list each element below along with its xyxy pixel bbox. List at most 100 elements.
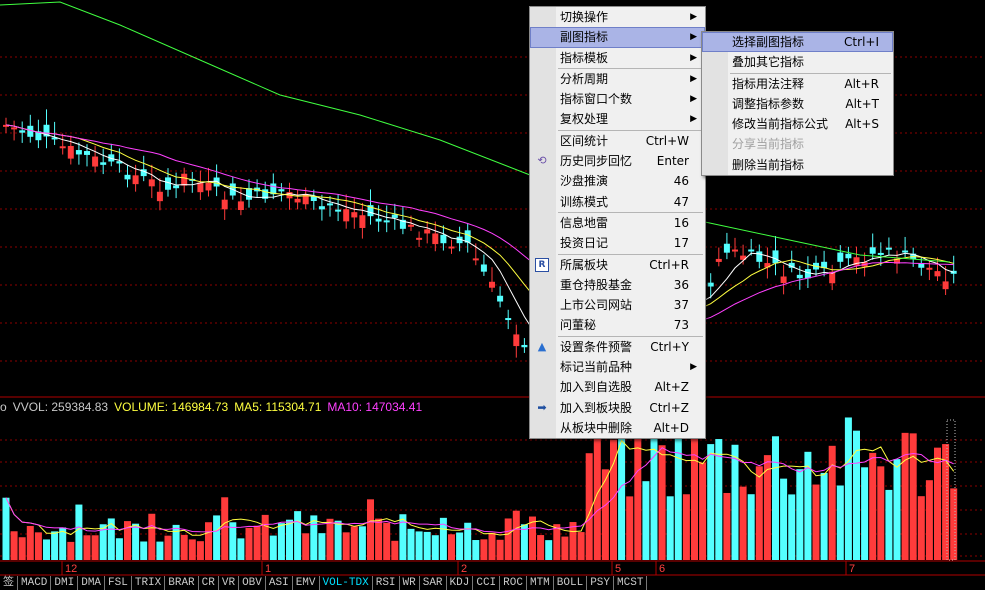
indicator-tab[interactable]: DMA — [78, 576, 106, 590]
context_menu-item[interactable]: 指标模板 ▶ — [530, 48, 705, 68]
submenu-item[interactable]: 删除当前指标 — [702, 155, 893, 175]
candle-body — [732, 249, 738, 252]
volume-bar — [812, 484, 820, 560]
context_menu-item[interactable]: 复权处理 ▶ — [530, 109, 705, 129]
indicator-tab[interactable]: OBV — [239, 576, 266, 590]
indicator-tab[interactable]: BRAR — [165, 576, 199, 590]
volume-bar — [180, 534, 188, 560]
menu-item-label: 分析周期 — [560, 71, 609, 86]
context_menu-item[interactable]: R 所属板块 Ctrl+R — [530, 255, 705, 275]
volume-bar — [723, 492, 731, 560]
candle-body — [318, 206, 325, 210]
menu-item-shortcut: Ctrl+W — [645, 133, 689, 148]
candle-body — [521, 344, 528, 348]
volume-bar — [415, 531, 423, 560]
volume-bar — [237, 538, 245, 560]
submenu-item[interactable]: 调整指标参数 Alt+T — [702, 94, 893, 114]
candle-body — [92, 156, 99, 167]
candle-body — [513, 334, 520, 347]
indicator-tab[interactable]: WR — [400, 576, 420, 590]
indicator-tab[interactable]: FSL — [105, 576, 132, 590]
indicator-tab[interactable]: ASI — [266, 576, 293, 590]
context_menu-item[interactable]: ▲ 设置条件预警 Ctrl+Y — [530, 337, 705, 357]
volume-bar — [545, 540, 553, 560]
context_menu-item[interactable]: 沙盘推演 46 — [530, 171, 705, 191]
indicator-tab[interactable]: BOLL — [554, 576, 588, 590]
context_menu-item[interactable]: 信息地雷 16 — [530, 213, 705, 233]
context_menu-item[interactable]: 上市公司网站 37 — [530, 295, 705, 315]
context_menu-item[interactable]: 分析周期 ▶ — [530, 69, 705, 89]
candle-body — [837, 252, 844, 262]
menu-item-label: 指标窗口个数 — [560, 92, 633, 107]
context_menu-item[interactable]: 训练模式 47 — [530, 192, 705, 212]
candle-body — [19, 130, 26, 133]
indicator-tab[interactable]: MACD — [18, 576, 52, 590]
volume-bar — [934, 447, 941, 560]
volume-bar — [496, 539, 504, 560]
menu-item-label: 修改当前指标公式 — [732, 117, 829, 132]
submenu-arrow-icon: ▶ — [690, 52, 697, 63]
context_menu-item[interactable]: 区间统计 Ctrl+W — [530, 131, 705, 151]
menu-item-label: 加入到板块股 — [560, 400, 633, 415]
volume-bar — [294, 511, 302, 560]
submenu-item[interactable]: 选择副图指标 Ctrl+I — [702, 32, 893, 53]
context_menu-item[interactable]: 标记当前品种 ▶ — [530, 357, 705, 377]
indicator-tab[interactable]: PSY — [587, 576, 615, 590]
volume-bar — [763, 455, 771, 560]
indicator-tab[interactable]: VR — [219, 576, 240, 590]
context_menu-item[interactable]: 投资日记 17 — [530, 233, 705, 253]
context_menu-item[interactable]: 副图指标 ▶ — [530, 27, 705, 48]
context_menu-item[interactable]: 从板块中删除 Alt+D — [530, 418, 705, 438]
indicator-tab[interactable]: DMI — [51, 576, 79, 590]
indicator-tab[interactable]: MTM — [527, 576, 554, 590]
volume-bar — [213, 515, 221, 560]
date-label: 2 — [461, 563, 467, 575]
volume-bar — [407, 528, 415, 560]
volume-bar — [480, 539, 488, 560]
volume-bar — [2, 497, 10, 560]
submenu-item[interactable]: 指标用法注释 Alt+R — [702, 74, 893, 94]
volume-bar — [205, 522, 212, 560]
indicator-tab[interactable]: TRIX — [132, 576, 166, 590]
sector-r-icon: R — [535, 257, 549, 272]
volume-bar — [164, 535, 172, 560]
volume-bar — [739, 486, 747, 560]
indicator-tab[interactable]: VOL-TDX — [320, 576, 373, 590]
indicator-tab[interactable]: KDJ — [447, 576, 474, 590]
add-to-sector-icon: ➡ — [537, 400, 547, 414]
indicator-tab[interactable]: SAR — [420, 576, 447, 590]
menu-item-label: 副图指标 — [560, 30, 609, 45]
menu-item-label: 所属板块 — [560, 257, 609, 272]
volume-bar — [43, 539, 50, 560]
candle-body — [391, 214, 398, 218]
volume-bar — [391, 540, 399, 560]
volume-bar — [666, 496, 674, 560]
candle-body — [100, 162, 107, 165]
submenu-item[interactable]: 叠加其它指标 — [702, 52, 893, 72]
submenu-arrow-icon: ▶ — [690, 94, 697, 105]
volume-bars — [2, 416, 958, 560]
indicator-tab[interactable]: RSI — [373, 576, 400, 590]
context_menu-item[interactable]: 问董秘 73 — [530, 315, 705, 335]
volume-bar — [772, 436, 779, 560]
indicator-tab[interactable]: MCST — [614, 576, 648, 590]
volume-bar — [51, 531, 59, 560]
indicator-tab[interactable]: CCI — [473, 576, 501, 590]
candle-body — [780, 276, 787, 284]
context_menu-item[interactable]: ➡ 加入到板块股 Ctrl+Z — [530, 398, 705, 418]
indicator-tab[interactable]: ROC — [500, 576, 527, 590]
indicator-tab[interactable]: EMV — [293, 576, 320, 590]
context_menu-item[interactable]: 重仓持股基金 36 — [530, 275, 705, 295]
indicator-tab[interactable]: CR — [199, 576, 219, 590]
context_menu-item[interactable]: 指标窗口个数 ▶ — [530, 89, 705, 109]
candle-body — [11, 127, 18, 130]
submenu-item[interactable]: 修改当前指标公式 Alt+S — [702, 114, 893, 134]
menu-item-label: 区间统计 — [560, 133, 609, 148]
volume-bar — [318, 533, 326, 560]
candle-body — [902, 250, 909, 253]
context_menu-item[interactable]: ⟲ 历史同步回忆 Enter — [530, 151, 705, 171]
context_menu-item[interactable]: 切换操作 ▶ — [530, 7, 705, 27]
candle-body — [335, 209, 342, 212]
context_menu-item[interactable]: 加入到自选股 Alt+Z — [530, 377, 705, 397]
indicator-tab[interactable]: 签 — [0, 576, 18, 590]
